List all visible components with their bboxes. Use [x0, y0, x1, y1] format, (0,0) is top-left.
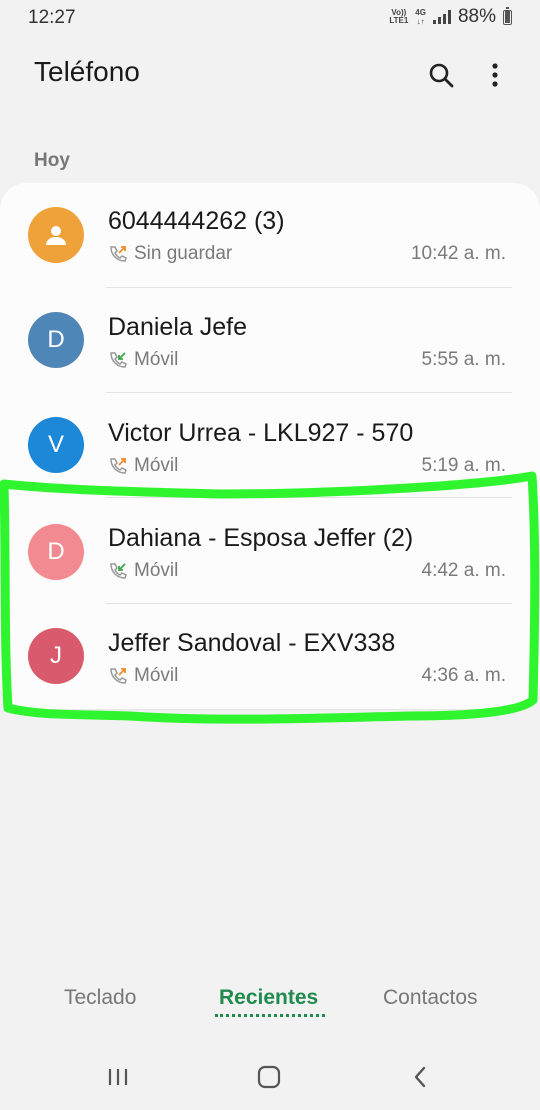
call-type-label: Sin guardar	[134, 243, 233, 264]
avatar: V	[28, 417, 84, 473]
call-name: Victor Urrea - LKL927 - 570	[108, 419, 414, 447]
signal-icon	[432, 10, 451, 24]
recent-apps-icon[interactable]	[98, 1060, 138, 1094]
status-time: 12:27	[28, 7, 76, 28]
tab-teclado[interactable]: Teclado	[64, 986, 136, 1010]
call-row[interactable]: J Jeffer Sandoval - EXV338 Móvil 4:36 a.…	[0, 604, 540, 709]
call-time: 4:42 a. m.	[421, 560, 507, 581]
call-time: 5:55 a. m.	[421, 349, 507, 370]
outgoing-call-icon	[110, 458, 127, 474]
call-type-label: Móvil	[134, 560, 179, 581]
call-subtitle: Móvil	[108, 560, 178, 582]
call-name: Dahiana - Esposa Jeffer (2)	[108, 524, 414, 552]
outgoing-call-icon	[110, 668, 127, 684]
call-type-label: Móvil	[134, 455, 179, 476]
volte-icon: Vo)) LTE1	[389, 8, 409, 25]
call-row[interactable]: 6044444262 (3) Sin guardar 10:42 a. m.	[0, 183, 540, 288]
call-row[interactable]: V Victor Urrea - LKL927 - 570 Móvil 5:19…	[0, 393, 540, 498]
avatar: D	[28, 312, 84, 368]
avatar: D	[28, 524, 84, 580]
status-icons: Vo)) LTE1 4G ↓↑ 88%	[389, 6, 512, 28]
avatar: J	[28, 628, 84, 684]
call-subtitle: Móvil	[108, 455, 178, 477]
call-time: 4:36 a. m.	[421, 665, 507, 686]
call-time: 10:42 a. m.	[410, 243, 506, 264]
active-tab-indicator	[215, 1014, 325, 1017]
back-icon[interactable]	[400, 1060, 440, 1094]
outgoing-call-icon	[110, 246, 127, 262]
incoming-call-icon	[110, 352, 127, 368]
tab-contactos[interactable]: Contactos	[383, 986, 478, 1010]
person-icon	[46, 226, 66, 245]
call-subtitle: Sin guardar	[108, 243, 232, 265]
call-name: 6044444262 (3)	[108, 207, 285, 235]
search-icon[interactable]	[424, 58, 458, 92]
network-type-icon: 4G ↓↑	[415, 8, 426, 26]
call-name: Daniela Jefe	[108, 313, 247, 341]
section-label-today: Hoy	[34, 150, 70, 171]
recent-calls-list: 6044444262 (3) Sin guardar 10:42 a. m. D…	[0, 183, 540, 709]
incoming-call-icon	[110, 563, 127, 579]
call-type-label: Móvil	[134, 665, 179, 686]
call-name: Jeffer Sandoval - EXV338	[108, 629, 396, 657]
call-row[interactable]: D Dahiana - Esposa Jeffer (2) Móvil 4:42…	[0, 498, 540, 603]
avatar	[28, 207, 84, 263]
call-subtitle: Móvil	[108, 665, 178, 687]
more-vert-icon[interactable]	[478, 58, 512, 92]
page-title: Teléfono	[34, 56, 140, 87]
battery-icon	[503, 6, 512, 25]
tab-recientes[interactable]: Recientes	[219, 986, 318, 1010]
battery-percent: 88%	[457, 6, 496, 27]
call-time: 5:19 a. m.	[421, 455, 507, 476]
status-bar: 12:27 Vo)) LTE1 4G ↓↑ 88%	[0, 0, 540, 36]
call-subtitle: Móvil	[108, 349, 178, 371]
call-type-label: Móvil	[134, 349, 179, 370]
call-row[interactable]: D Daniela Jefe Móvil 5:55 a. m.	[0, 288, 540, 393]
home-icon[interactable]	[249, 1060, 289, 1094]
